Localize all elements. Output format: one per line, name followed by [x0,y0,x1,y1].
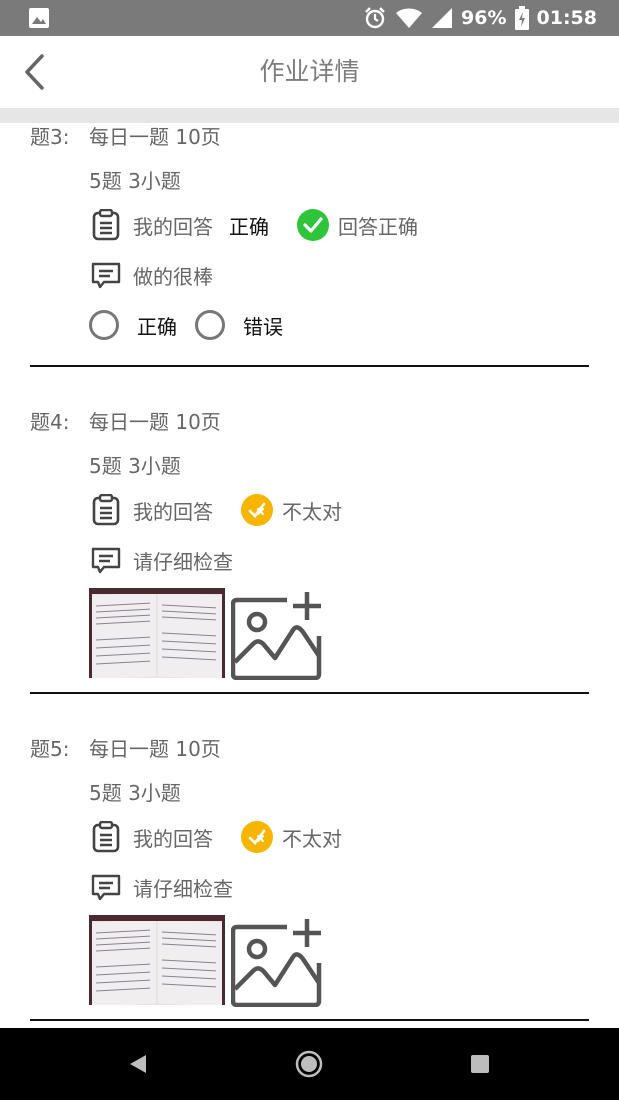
radio-wrong[interactable] [195,310,225,340]
add-image-icon[interactable] [231,919,325,1007]
result-text: 不太对 [282,826,342,851]
question-subtitle: 5题 3小题 [89,169,181,193]
answer-label: 我的回答 [133,499,213,524]
comment-row: 做的很棒 [89,258,213,292]
status-bar: 96% 01:58 [0,0,619,36]
check-icon [297,209,329,241]
battery-percent: 96% [461,7,507,29]
back-triangle-icon [130,1055,146,1073]
app-bar: 作业详情 [0,36,619,108]
question-divider [30,365,589,367]
add-image-icon[interactable] [231,592,325,680]
result-text: 不太对 [282,499,342,524]
question-number: 题4: [30,410,70,434]
partial-wrong-icon [241,494,273,526]
question-list: 题3: 每日一题 10页 5题 3小题 我的回答 正确 回答正确 做的很棒 正确 … [0,123,619,1028]
battery-icon [514,6,529,30]
radio-correct[interactable] [89,310,119,340]
comment-text: 请仔细检查 [133,549,233,574]
answer-row: 我的回答 不太对 [89,493,342,527]
alarm-icon [365,7,385,29]
system-nav-bar [0,1028,619,1100]
question-divider [30,1019,589,1021]
recents-square-icon [471,1055,489,1073]
question-subtitle: 5题 3小题 [89,781,181,805]
answer-label: 我的回答 [133,826,213,851]
question-title: 每日一题 10页 [89,410,221,434]
answer-label: 我的回答 [133,214,213,239]
image-icon [29,8,49,28]
clipboard-icon [89,208,123,242]
homework-photo-thumbnail[interactable] [89,915,225,1005]
comment-icon [89,870,123,904]
radio-correct-label: 正确 [137,314,177,339]
partial-wrong-icon [241,821,273,853]
nav-recents-button[interactable] [462,1046,498,1082]
question-title: 每日一题 10页 [89,125,221,149]
question-header: 题3: 每日一题 10页 [30,123,221,151]
header-divider [0,108,619,123]
clipboard-icon [89,820,123,854]
comment-row: 请仔细检查 [89,870,233,904]
wifi-icon [396,8,423,28]
signal-icon [432,8,453,28]
question-number: 题5: [30,737,70,761]
nav-back-button[interactable] [120,1046,156,1082]
chevron-left-icon [25,54,44,90]
question-title: 每日一题 10页 [89,737,221,761]
question-subtitle: 5题 3小题 [89,454,181,478]
comment-text: 做的很棒 [133,264,213,289]
nav-home-button[interactable] [291,1046,327,1082]
result-text: 回答正确 [338,214,418,239]
question-number: 题3: [30,125,70,149]
judge-options: 正确 错误 [89,308,301,342]
page-title: 作业详情 [259,57,360,86]
home-circle-icon [295,1050,323,1078]
homework-photo-thumbnail[interactable] [89,588,225,678]
comment-icon [89,258,123,292]
radio-wrong-label: 错误 [243,314,283,339]
comment-text: 请仔细检查 [133,876,233,901]
question-header: 题5: 每日一题 10页 [30,733,221,763]
answer-row: 我的回答 正确 回答正确 [89,208,418,242]
answer-value: 正确 [229,214,269,239]
clock-time: 01:58 [536,7,597,29]
question-divider [30,692,589,694]
comment-icon [89,543,123,577]
question-header: 题4: 每日一题 10页 [30,406,221,436]
answer-row: 我的回答 不太对 [89,820,342,854]
comment-row: 请仔细检查 [89,543,233,577]
back-button[interactable] [14,50,54,94]
clipboard-icon [89,493,123,527]
